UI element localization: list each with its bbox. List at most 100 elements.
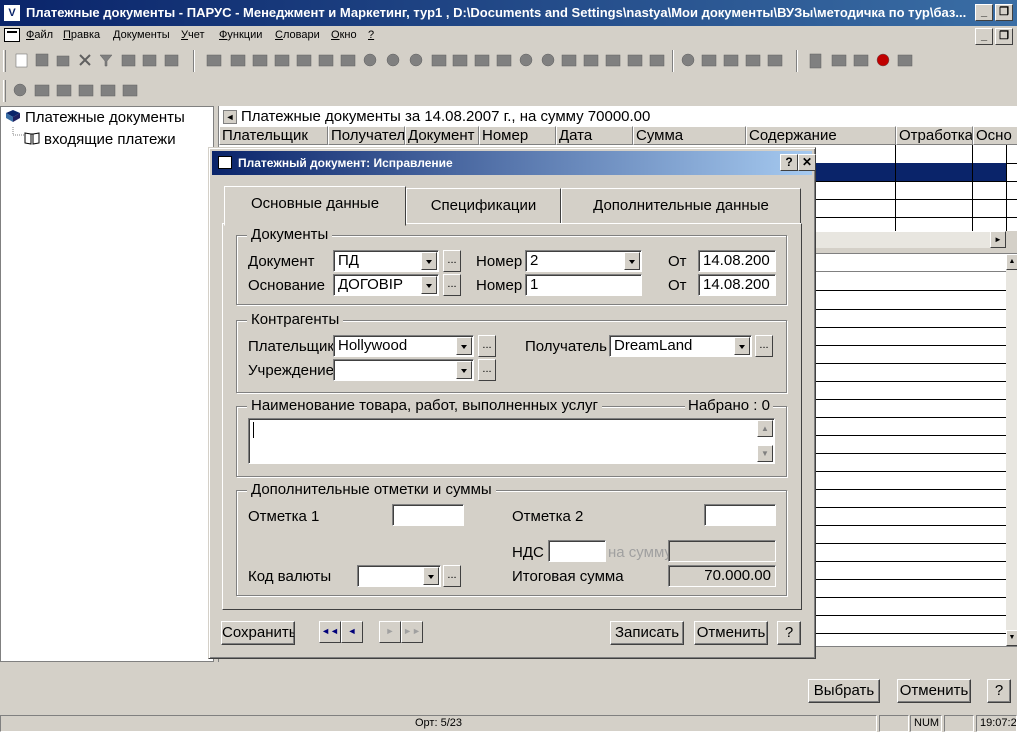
status-blank [879, 715, 909, 732]
from-date-field[interactable]: 14.08.200 [698, 250, 776, 272]
chevron-down-icon[interactable] [423, 567, 439, 585]
institution-browse-button[interactable]: ... [478, 359, 496, 381]
institution-combo[interactable] [333, 359, 474, 381]
help-main-button[interactable]: ? [987, 679, 1011, 703]
collapse-arrow-icon[interactable]: ◄ [223, 110, 237, 124]
menu-dictionaries[interactable]: Словари [275, 29, 320, 41]
recipient-combo[interactable]: DreamLand [609, 335, 752, 357]
write-button[interactable]: Записать [610, 621, 684, 645]
col-recipient[interactable]: Получатель [328, 126, 405, 145]
selected-row[interactable] [805, 163, 1006, 181]
from2-date-field[interactable]: 14.08.200 [698, 274, 776, 296]
menu-window[interactable]: Окно [331, 29, 357, 41]
mdi-minimize-button[interactable]: _ [975, 28, 993, 45]
nav-next-icon: ► [379, 621, 401, 643]
scroll-down-icon[interactable]: ▼ [1006, 630, 1017, 646]
from2-label: От [668, 277, 687, 294]
payer-combo[interactable]: Hollywood [333, 335, 474, 357]
documents-group-title: Документы [247, 226, 333, 243]
tree-item-incoming-payments[interactable]: входящие платежи [24, 131, 176, 148]
total-label: Итоговая сумма [512, 568, 624, 585]
col-document[interactable]: Документ [405, 126, 479, 145]
col-number[interactable]: Номер [479, 126, 556, 145]
document-browse-button[interactable]: ... [443, 250, 461, 272]
col-processing[interactable]: Отработка [896, 126, 973, 145]
col-payer[interactable]: Плательщик [219, 126, 328, 145]
dialog-help-button[interactable]: ? [780, 154, 798, 171]
cancel-dialog-button[interactable]: Отменить [694, 621, 768, 645]
dialog-close-button[interactable]: ✕ [798, 154, 816, 171]
document-combo[interactable]: ПД [333, 250, 439, 272]
secondary-toolbar [0, 77, 150, 105]
goods-group-title: Наименование товара, работ, выполненных … [247, 397, 603, 414]
status-record: Орт: 5/23 [0, 715, 877, 732]
col-basis[interactable]: Осно [973, 126, 1017, 145]
tab-additional-data[interactable]: Дополнительные данные [561, 188, 801, 224]
chevron-down-icon[interactable] [421, 252, 437, 270]
contractors-group-title: Контрагенты [247, 311, 344, 328]
currency-browse-button[interactable]: ... [443, 565, 461, 587]
nav-first-icon[interactable]: ◄◄ [319, 621, 341, 643]
basis-combo[interactable]: ДОГОВІР [333, 274, 439, 296]
mdi-restore-button[interactable]: ❐ [995, 28, 1013, 45]
col-content[interactable]: Содержание [746, 126, 896, 145]
menu-bar: Файл Правка Документы Учет Функции Слова… [0, 26, 1017, 46]
app-icon[interactable]: V [4, 5, 20, 21]
chevron-down-icon[interactable] [456, 361, 472, 379]
secondary-toolbar-icons[interactable] [0, 77, 150, 105]
toolbar-icons-4[interactable] [0, 47, 1017, 75]
number-combo[interactable]: 2 [525, 250, 642, 272]
col-sum[interactable]: Сумма [633, 126, 746, 145]
chevron-down-icon[interactable] [421, 276, 437, 294]
memo-scroll-up-icon[interactable]: ▲ [757, 420, 773, 437]
status-num: NUM [910, 715, 942, 732]
tree-root[interactable]: Платежные документы [5, 109, 185, 126]
window-title: Платежные документы - ПАРУС - Менеджмент… [26, 5, 967, 20]
recipient-browse-button[interactable]: ... [755, 335, 773, 357]
title-bar[interactable]: V Платежные документы - ПАРУС - Менеджме… [0, 0, 1017, 26]
recipient-label: Получатель [525, 338, 607, 355]
cancel-main-button[interactable]: Отменить [897, 679, 971, 703]
chevron-down-icon[interactable] [624, 252, 640, 270]
currency-combo[interactable] [357, 565, 441, 587]
mark2-field[interactable] [704, 504, 776, 526]
mark1-label: Отметка 1 [248, 508, 320, 525]
menu-help[interactable]: ? [368, 29, 374, 41]
from-label: От [668, 253, 687, 270]
basis-label: Основание [248, 277, 325, 294]
menu-edit[interactable]: Правка [63, 29, 100, 41]
memo-scroll-down-icon[interactable]: ▼ [757, 445, 773, 462]
folder-tree[interactable]: Платежные документы входящие платежи [0, 106, 214, 662]
number2-field[interactable]: 1 [525, 274, 642, 296]
dialog-title-bar[interactable]: Платежный документ: Исправление ? ✕ [212, 151, 816, 175]
typed-counter: Набрано : 0 [685, 397, 773, 414]
help-dialog-button[interactable]: ? [777, 621, 801, 645]
save-button[interactable]: Сохранить [221, 621, 295, 645]
menu-documents[interactable]: Документы [113, 29, 170, 41]
tab-main-data[interactable]: Основные данные [224, 186, 406, 226]
menu-file[interactable]: Файл [26, 29, 53, 41]
restore-button[interactable]: ❐ [995, 4, 1013, 21]
dialog-icon [218, 156, 232, 169]
nav-prev-icon[interactable]: ◄ [341, 621, 363, 643]
menu-accounting[interactable]: Учет [181, 29, 205, 41]
mark1-field[interactable] [392, 504, 464, 526]
minimize-button[interactable]: _ [975, 4, 993, 21]
vertical-scrollbar[interactable] [1006, 254, 1017, 646]
menu-functions[interactable]: Функции [219, 29, 262, 41]
goods-memo[interactable]: ▲ ▼ [248, 418, 775, 464]
select-button[interactable]: Выбрать [808, 679, 880, 703]
payer-browse-button[interactable]: ... [478, 335, 496, 357]
basis-browse-button[interactable]: ... [443, 274, 461, 296]
number-label: Номер [476, 253, 523, 270]
col-date[interactable]: Дата [556, 126, 633, 145]
chevron-down-icon[interactable] [734, 337, 750, 355]
on-sum-field [668, 540, 776, 562]
mdi-document-icon[interactable] [4, 28, 20, 42]
scroll-up-icon[interactable]: ▲ [1006, 254, 1017, 270]
tab-specifications[interactable]: Спецификации [406, 188, 561, 224]
application-window: V Платежные документы - ПАРУС - Менеджме… [0, 0, 1017, 732]
scroll-right-icon[interactable]: ► [990, 231, 1006, 248]
chevron-down-icon[interactable] [456, 337, 472, 355]
vat-field[interactable] [548, 540, 606, 562]
